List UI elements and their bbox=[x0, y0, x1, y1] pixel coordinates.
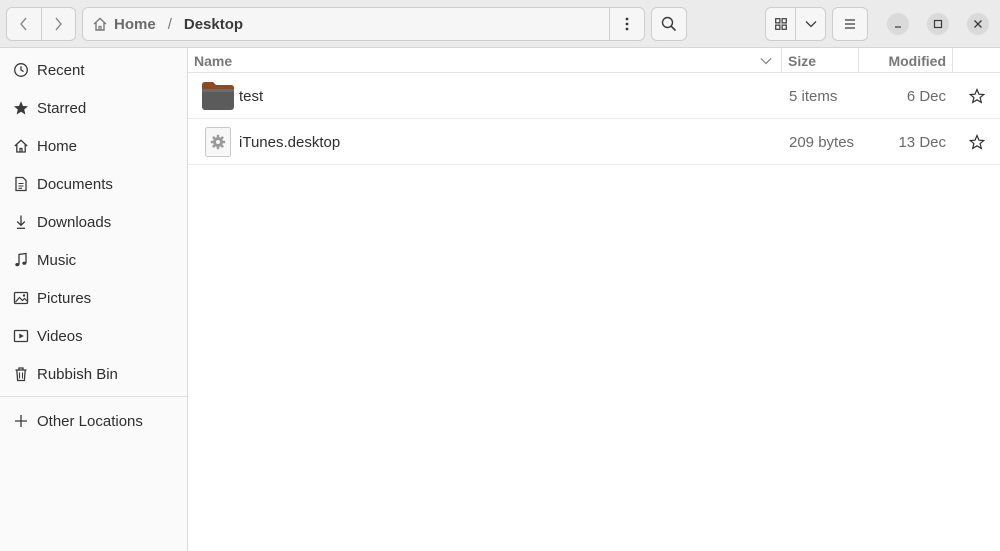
column-divider bbox=[858, 48, 859, 73]
sidebar-item-videos[interactable]: Videos bbox=[0, 317, 187, 355]
column-header-row: Name Size Modified bbox=[188, 48, 1000, 73]
path-menu-button[interactable] bbox=[609, 8, 644, 40]
sidebar-item-rubbish-bin[interactable]: Rubbish Bin bbox=[0, 355, 187, 393]
sidebar-item-home[interactable]: Home bbox=[0, 127, 187, 165]
sidebar-item-label: Rubbish Bin bbox=[37, 365, 118, 383]
sort-indicator[interactable] bbox=[760, 48, 772, 73]
sidebar-item-downloads[interactable]: Downloads bbox=[0, 203, 187, 241]
sidebar-item-label: Starred bbox=[37, 99, 87, 117]
grid-icon bbox=[774, 18, 787, 30]
sidebar-item-documents[interactable]: Documents bbox=[0, 165, 187, 203]
file-list-view: Name Size Modified test 5 items 6 Dec iT… bbox=[188, 48, 1000, 551]
sidebar-item-label: Other Locations bbox=[37, 412, 143, 430]
sidebar-item-pictures[interactable]: Pictures bbox=[0, 279, 187, 317]
breadcrumb-separator: / bbox=[167, 15, 172, 33]
sidebar-item-label: Music bbox=[37, 251, 77, 269]
star-toggle[interactable] bbox=[969, 73, 985, 119]
video-icon bbox=[12, 327, 30, 345]
star-toggle[interactable] bbox=[969, 119, 985, 165]
picture-icon bbox=[12, 289, 30, 307]
breadcrumb-home[interactable]: Home bbox=[83, 8, 156, 40]
grid-view-button[interactable] bbox=[766, 8, 795, 40]
forward-button[interactable] bbox=[40, 8, 76, 40]
view-switcher bbox=[765, 7, 826, 41]
sidebar-item-label: Recent bbox=[37, 61, 85, 79]
folder-icon bbox=[201, 73, 235, 119]
file-modified: 13 Dec bbox=[898, 133, 946, 151]
desktop-file-icon bbox=[205, 119, 231, 165]
chevron-down-icon bbox=[805, 21, 816, 28]
sidebar-item-label: Home bbox=[37, 137, 78, 155]
column-modified-label: Modified bbox=[888, 52, 946, 69]
sidebar-item-recent[interactable]: Recent bbox=[0, 51, 187, 89]
home-icon bbox=[12, 137, 30, 155]
back-button[interactable] bbox=[7, 8, 41, 40]
view-options-button[interactable] bbox=[795, 8, 825, 40]
column-size-label: Size bbox=[788, 52, 817, 69]
sidebar-item-label: Videos bbox=[37, 327, 83, 345]
sidebar-item-label: Downloads bbox=[37, 213, 112, 231]
table-row[interactable]: iTunes.desktop 209 bytes 13 Dec bbox=[188, 119, 1000, 165]
column-name-label: Name bbox=[194, 52, 233, 69]
hamburger-icon bbox=[845, 19, 855, 29]
file-size: 209 bytes bbox=[789, 133, 855, 151]
column-header-name[interactable]: Name bbox=[194, 48, 232, 73]
star-outline-icon bbox=[969, 88, 985, 104]
column-header-modified[interactable]: Modified bbox=[888, 48, 946, 73]
star-icon bbox=[12, 99, 30, 117]
download-icon bbox=[12, 213, 30, 231]
clock-icon bbox=[12, 61, 30, 79]
sidebar-item-label: Documents bbox=[37, 175, 113, 193]
chevron-right-icon bbox=[55, 17, 63, 31]
file-modified: 6 Dec bbox=[906, 87, 946, 105]
file-name: iTunes.desktop bbox=[239, 133, 341, 151]
path-bar: Home / Desktop bbox=[82, 7, 645, 41]
minimize-button[interactable] bbox=[887, 13, 909, 35]
sidebar: Recent Starred Home Documents Downloads … bbox=[0, 48, 188, 551]
file-name: test bbox=[239, 87, 264, 105]
sidebar-item-starred[interactable]: Starred bbox=[0, 89, 187, 127]
trash-icon bbox=[12, 365, 30, 383]
sidebar-item-music[interactable]: Music bbox=[0, 241, 187, 279]
main-menu-button[interactable] bbox=[832, 7, 868, 41]
close-button[interactable] bbox=[967, 13, 989, 35]
column-header-size[interactable]: Size bbox=[788, 48, 816, 73]
music-note-icon bbox=[12, 251, 30, 269]
document-icon bbox=[12, 175, 30, 193]
file-size: 5 items bbox=[789, 87, 838, 105]
vertical-dots-icon bbox=[625, 17, 629, 31]
maximize-icon bbox=[933, 19, 943, 29]
breadcrumb-home-label: Home bbox=[114, 15, 156, 33]
table-row[interactable]: test 5 items 6 Dec bbox=[188, 73, 1000, 119]
navigation-buttons bbox=[6, 7, 76, 41]
header-bar: Home / Desktop bbox=[0, 0, 1000, 48]
minimize-icon bbox=[895, 26, 901, 28]
column-divider bbox=[952, 48, 953, 73]
search-icon bbox=[661, 16, 677, 32]
search-button[interactable] bbox=[651, 7, 687, 41]
close-icon bbox=[974, 20, 982, 28]
breadcrumb-current[interactable]: Desktop bbox=[184, 16, 243, 33]
sidebar-separator bbox=[0, 396, 187, 397]
home-icon bbox=[93, 17, 107, 31]
column-divider bbox=[781, 48, 782, 73]
chevron-down-icon bbox=[760, 57, 772, 64]
chevron-left-icon bbox=[19, 17, 27, 31]
sidebar-item-label: Pictures bbox=[37, 289, 92, 307]
star-outline-icon bbox=[969, 134, 985, 150]
plus-icon bbox=[12, 412, 30, 430]
maximize-button[interactable] bbox=[927, 13, 949, 35]
sidebar-item-other-locations[interactable]: Other Locations bbox=[0, 402, 187, 440]
